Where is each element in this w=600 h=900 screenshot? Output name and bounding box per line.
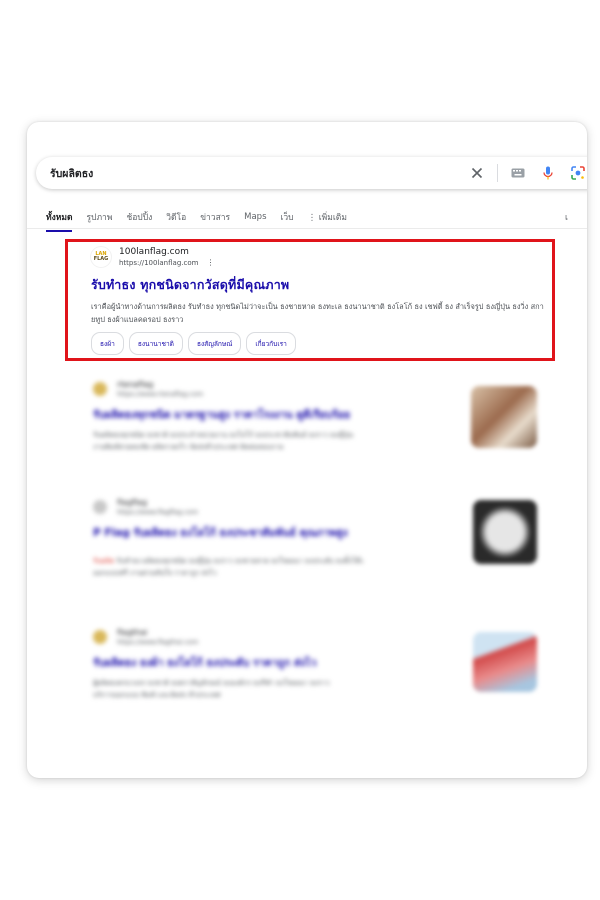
search-results-window: รับผลิตธง ทั้งหมด รูปภาพ ช้อปปิ้ง วิดีโอ… bbox=[27, 122, 587, 778]
site-info: flagthai https://www.flagthai.com bbox=[117, 628, 198, 646]
search-divider bbox=[497, 164, 498, 182]
snippet-line: รับผลิต รับทำธง ผลิตธงทุกชนิด ธงญี่ปุ่น … bbox=[93, 555, 463, 567]
site-url: https://www.rtenaflag.com bbox=[117, 390, 204, 398]
site-favicon bbox=[93, 382, 107, 396]
result-snippet: เราคือผู้นำทางด้านการผลิตธง รับทำธง ทุกช… bbox=[91, 302, 544, 324]
snippet-text: รับทำธง ผลิตธงทุกชนิด ธงญี่ปุ่น ธงราว ธง… bbox=[116, 557, 364, 565]
chip-international-flag[interactable]: ธงนานาชาติ bbox=[128, 332, 183, 355]
site-favicon bbox=[93, 500, 107, 514]
site-url-row: https://100lanflag.com ⋮ bbox=[119, 258, 214, 267]
site-url: https://100lanflag.com bbox=[119, 258, 199, 267]
mic-icon[interactable] bbox=[540, 165, 556, 181]
tab-videos[interactable]: วิดีโอ bbox=[166, 210, 186, 224]
tab-all[interactable]: ทั้งหมด bbox=[46, 210, 73, 232]
tab-more[interactable]: ⋮ เพิ่มเติม bbox=[308, 210, 347, 224]
tab-tools-partial[interactable]: เ bbox=[565, 210, 568, 224]
site-logo: LAN FLAG bbox=[91, 247, 111, 267]
result-source[interactable]: LAN FLAG 100lanflag.com https://100lanfla… bbox=[91, 247, 541, 267]
search-result-3: flagflag https://www.flagflag.com P Flag… bbox=[93, 498, 463, 579]
site-info: 100lanflag.com https://100lanflag.com ⋮ bbox=[119, 247, 214, 267]
result-source[interactable]: rtenaflag https://www.rtenaflag.com bbox=[93, 380, 453, 398]
site-info: rtenaflag https://www.rtenaflag.com bbox=[117, 380, 203, 398]
result-title-link[interactable]: P Flag รับผลิตธง ธงโลโก้ ธงประชาสัมพันธ์… bbox=[93, 524, 463, 541]
result-title-link[interactable]: รับผลิตธงทุกชนิด มาตรฐานสูง ราคาโรงงาน ด… bbox=[93, 406, 453, 423]
site-url: https://www.flagflag.com bbox=[117, 508, 199, 516]
site-name: 100lanflag.com bbox=[119, 247, 189, 257]
tab-news[interactable]: ข่าวสาร bbox=[200, 210, 230, 224]
result-title-link[interactable]: รับผลิตธง ธงผ้า ธงโลโก้ ธงประดับ ราคาถูก… bbox=[93, 654, 463, 671]
site-name: flagflag bbox=[117, 498, 148, 507]
sitelink-chips: ธงผ้า ธงนานาชาติ ธงสัญลักษณ์ เกี่ยวกับเร… bbox=[91, 332, 541, 355]
snippet-highlight: รับผลิต bbox=[93, 557, 115, 565]
result-source[interactable]: flagflag https://www.flagflag.com bbox=[93, 498, 463, 516]
tab-images[interactable]: รูปภาพ bbox=[86, 210, 112, 224]
result-thumbnail[interactable] bbox=[471, 386, 537, 448]
tab-shopping[interactable]: ช้อปปิ้ง bbox=[126, 210, 152, 224]
close-icon[interactable] bbox=[469, 165, 485, 181]
site-name: rtenaflag bbox=[117, 380, 154, 389]
snippet-line: ผู้ผลิตธงครบวงจร ธงชาติ ธงตราสัญลักษณ์ ธ… bbox=[93, 679, 330, 687]
search-tabs: ทั้งหมด รูปภาพ ช้อปปิ้ง วิดีโอ ข่าวสาร M… bbox=[46, 206, 586, 232]
result-snippet: รับผลิตธงทุกชนิด ธงชาติ ธงประจำหน่วยงาน … bbox=[93, 429, 453, 453]
snippet-line: ออกแบบฟรี งานด่วนทันใจ ราคาถูก ส่งไว bbox=[93, 569, 217, 577]
result-thumbnail[interactable] bbox=[473, 632, 537, 692]
tab-web[interactable]: เว็บ bbox=[281, 210, 294, 224]
search-result-2: rtenaflag https://www.rtenaflag.com รับผ… bbox=[93, 380, 453, 453]
chip-about-us[interactable]: เกี่ยวกับเรา bbox=[246, 332, 296, 355]
search-actions bbox=[469, 157, 586, 189]
result-thumbnail[interactable] bbox=[473, 500, 537, 564]
snippet-line: รับผลิตธงทุกชนิด ธงชาติ ธงประจำหน่วยงาน … bbox=[93, 431, 354, 439]
search-result-1: LAN FLAG 100lanflag.com https://100lanfla… bbox=[91, 247, 544, 355]
result-snippet: ผู้ผลิตธงครบวงจร ธงชาติ ธงตราสัญลักษณ์ ธ… bbox=[93, 677, 463, 701]
result-source[interactable]: flagthai https://www.flagthai.com bbox=[93, 628, 463, 646]
result-title-link[interactable]: รับทำธง ทุกชนิดจากวัสดุที่มีคุณภาพ bbox=[91, 275, 541, 295]
site-url: https://www.flagthai.com bbox=[117, 638, 199, 646]
lens-icon[interactable] bbox=[570, 165, 586, 181]
search-bar[interactable]: รับผลิตธง bbox=[36, 157, 587, 189]
tab-maps[interactable]: Maps bbox=[244, 212, 266, 222]
site-favicon bbox=[93, 630, 107, 644]
search-result-4: flagthai https://www.flagthai.com รับผลิ… bbox=[93, 628, 463, 701]
snippet-line: บริการออกแบบ พิมพ์ และจัดส่ง ทั่วประเทศ bbox=[93, 691, 221, 699]
chip-fabric-flag[interactable]: ธงผ้า bbox=[91, 332, 124, 355]
keyboard-icon[interactable] bbox=[510, 165, 526, 181]
search-input[interactable]: รับผลิตธง bbox=[50, 165, 93, 182]
snippet-line: งานพิมพ์สวยคมชัด ผลิตรวดเร็ว จัดส่งทั่วป… bbox=[93, 443, 284, 451]
logo-text-bottom: FLAG bbox=[93, 256, 109, 262]
kebab-menu-icon[interactable]: ⋮ bbox=[206, 258, 214, 267]
site-name: flagthai bbox=[117, 628, 148, 637]
tabs-divider bbox=[27, 228, 587, 229]
site-info: flagflag https://www.flagflag.com bbox=[117, 498, 198, 516]
chip-symbol-flag[interactable]: ธงสัญลักษณ์ bbox=[187, 332, 242, 355]
result-snippet: รับผลิต รับทำธง ผลิตธงทุกชนิด ธงญี่ปุ่น … bbox=[93, 555, 463, 579]
